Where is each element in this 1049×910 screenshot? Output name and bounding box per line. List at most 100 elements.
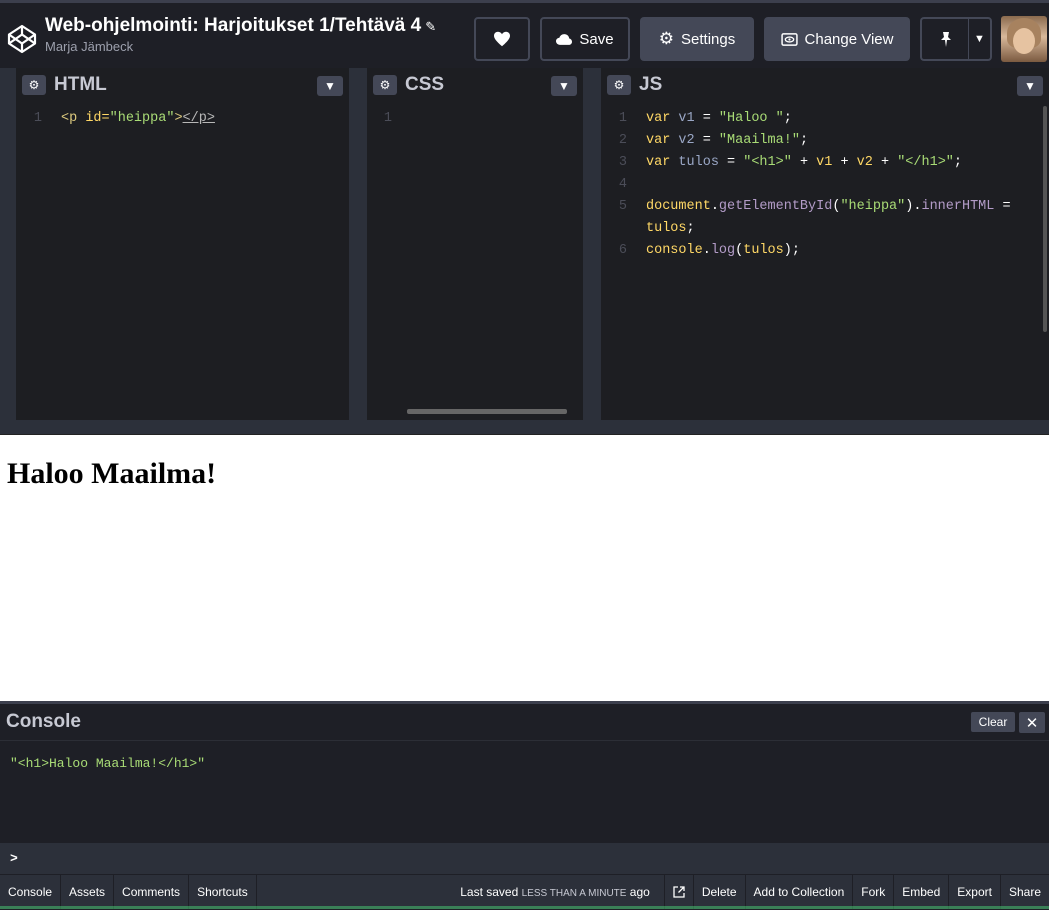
html-pane-title: HTML xyxy=(54,74,107,95)
footer-bar: Console Assets Comments Shortcuts Last s… xyxy=(0,874,1049,910)
code-token: var xyxy=(646,155,671,170)
close-icon[interactable]: ✕ xyxy=(1019,712,1045,733)
preview-heading: Haloo Maailma! xyxy=(7,457,217,490)
line-number: 5 xyxy=(618,199,627,214)
line-number: 3 xyxy=(618,155,627,170)
code-text: console.log(tulos); xyxy=(627,240,800,262)
code-token: v2 xyxy=(856,155,873,170)
html-code[interactable]: 1 <p id="heippa"></p> xyxy=(16,102,349,130)
code-token: v1 xyxy=(816,155,833,170)
console-title: Console xyxy=(6,711,81,732)
code-token: + xyxy=(791,155,817,170)
code-text: tulos; xyxy=(627,218,695,240)
external-link-icon[interactable] xyxy=(663,874,693,910)
pin-menu-button[interactable]: ▼ xyxy=(968,17,992,61)
pencil-icon[interactable]: ✎ xyxy=(425,19,436,34)
code-text: document.getElementById("heippa").innerH… xyxy=(627,196,1011,218)
save-label: Save xyxy=(579,30,614,48)
code-line: 4 xyxy=(601,174,1049,196)
footer-assets-button[interactable]: Assets xyxy=(61,874,115,910)
css-code[interactable]: 1 xyxy=(367,102,583,130)
author-name[interactable]: Marja Jämbeck xyxy=(45,39,436,54)
footer-comments-button[interactable]: Comments xyxy=(114,874,190,910)
code-token: . xyxy=(702,243,711,258)
change-view-label: Change View xyxy=(804,30,894,48)
change-view-button[interactable]: Change View xyxy=(764,17,910,61)
settings-label: Settings xyxy=(681,30,736,48)
code-token: document xyxy=(646,199,711,214)
code-line: 6 console.log(tulos); xyxy=(601,240,1049,262)
code-token: tulos xyxy=(646,221,687,236)
footer-fork-button[interactable]: Fork xyxy=(852,874,893,910)
console-input[interactable]: > xyxy=(0,843,1049,874)
footer-shortcuts-button[interactable]: Shortcuts xyxy=(189,874,257,910)
code-token: tulos xyxy=(670,155,728,170)
html-settings-gear-icon[interactable]: ⚙ xyxy=(22,75,46,95)
pin-button[interactable] xyxy=(920,17,970,61)
code-token: tulos xyxy=(743,243,784,258)
footer-console-button[interactable]: Console xyxy=(0,874,62,910)
console-clear-button[interactable]: Clear xyxy=(971,712,1015,732)
code-token: + xyxy=(872,155,898,170)
code-token: "Maailma!" xyxy=(718,133,800,148)
js-settings-gear-icon[interactable]: ⚙ xyxy=(607,75,631,95)
css-pane-title: CSS xyxy=(405,74,445,95)
code-token: id= xyxy=(85,111,110,126)
js-pane-chevron-down-icon[interactable]: ▼ xyxy=(1017,76,1043,96)
code-token: "heippa" xyxy=(840,199,906,214)
codepen-logo-icon[interactable] xyxy=(6,23,38,55)
footer-embed-button[interactable]: Embed xyxy=(893,874,948,910)
saved-prefix: Last saved xyxy=(460,885,519,899)
js-code[interactable]: 1 var v1 = "Haloo "; 2 var v2 = "Maailma… xyxy=(601,102,1049,262)
css-pane-chevron-down-icon[interactable]: ▼ xyxy=(551,76,577,96)
html-pane-chevron-down-icon[interactable]: ▼ xyxy=(317,76,343,96)
result-preview: Haloo Maailma! xyxy=(0,435,1049,701)
code-line-wrapped: tulos; xyxy=(601,218,1049,240)
code-line: 1 <p id="heippa"></p> xyxy=(16,108,349,130)
css-settings-gear-icon[interactable]: ⚙ xyxy=(373,75,397,95)
vertical-scrollbar[interactable] xyxy=(1043,106,1047,332)
avatar-face xyxy=(1013,28,1035,54)
saved-time: LESS THAN A MINUTE xyxy=(521,888,627,899)
code-text: var tulos = "<h1>" + v1 + v2 + "</h1>"; xyxy=(627,152,962,174)
settings-button[interactable]: ⚙ Settings xyxy=(640,17,754,61)
footer-add-to-collection-button[interactable]: Add to Collection xyxy=(744,874,853,910)
line-number: 2 xyxy=(618,133,627,148)
eye-view-icon xyxy=(780,32,798,46)
console-prompt: > xyxy=(10,851,18,866)
code-token: ); xyxy=(783,243,800,258)
code-line: 1 var v1 = "Haloo "; xyxy=(601,108,1049,130)
js-pane-header: ⚙ JS ▼ xyxy=(601,68,1049,102)
js-pane-title: JS xyxy=(639,74,663,95)
line-number: 1 xyxy=(618,111,627,126)
footer-share-button[interactable]: Share xyxy=(999,874,1049,910)
code-token: = xyxy=(702,133,719,148)
external-link-icon-glyph xyxy=(673,886,685,898)
code-token: "</h1>" xyxy=(897,155,954,170)
code-token: + xyxy=(832,155,857,170)
line-number: 4 xyxy=(618,177,627,192)
footer-export-button[interactable]: Export xyxy=(948,874,1000,910)
last-saved-status: Last saved LESS THAN A MINUTE ago xyxy=(460,885,664,899)
code-text: <p id="heippa"></p> xyxy=(42,108,215,130)
avatar[interactable] xyxy=(1001,16,1047,62)
gear-icon: ⚙ xyxy=(658,29,675,48)
resize-divider[interactable] xyxy=(0,420,1049,435)
console-output-line: "<h1>Haloo Maailma!</h1>" xyxy=(10,756,206,771)
html-pane-header: ⚙ HTML ▼ xyxy=(16,68,349,102)
code-token: <p xyxy=(61,111,86,126)
code-token: </p> xyxy=(182,111,215,126)
footer-delete-button[interactable]: Delete xyxy=(692,874,745,910)
pen-title[interactable]: Web-ohjelmointi: Harjoitukset 1/Tehtävä … xyxy=(45,15,421,36)
code-token: innerHTML xyxy=(921,199,995,214)
cloud-icon xyxy=(556,33,573,45)
horizontal-scrollbar[interactable] xyxy=(407,409,567,414)
love-button[interactable] xyxy=(474,17,530,61)
code-line: 2 var v2 = "Maailma!"; xyxy=(601,130,1049,152)
code-token: > xyxy=(174,111,183,126)
line-number-blank xyxy=(601,218,627,240)
chevron-down-icon: ▼ xyxy=(974,33,985,45)
save-button[interactable]: Save xyxy=(540,17,630,61)
code-token: ; xyxy=(783,111,792,126)
